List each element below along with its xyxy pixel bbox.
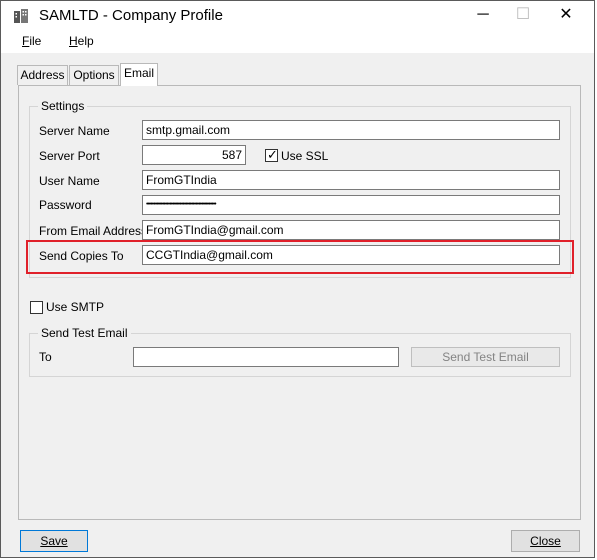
use-smtp-checkbox[interactable] (30, 301, 43, 314)
test-to-input[interactable] (133, 347, 399, 367)
from-email-input[interactable]: FromGTIndia@gmail.com (142, 220, 560, 240)
title-bar[interactable]: SAMLTD - Company Profile ─ ☐ ✕ (1, 1, 594, 31)
user-name-input[interactable]: FromGTIndia (142, 170, 560, 190)
minimize-button[interactable]: ─ (461, 1, 505, 31)
settings-group-title: Settings (38, 99, 88, 113)
email-tab-panel: Settings Server Name smtp.gmail.com Serv… (18, 85, 581, 520)
company-profile-window: SAMLTD - Company Profile ─ ☐ ✕ File Help… (0, 0, 595, 558)
building-icon (14, 9, 28, 23)
use-smtp-label: Use SMTP (46, 300, 105, 314)
window-title: SAMLTD - Company Profile (39, 7, 223, 24)
close-window-button[interactable]: ✕ (544, 1, 588, 31)
checkmark-icon: ✓ (267, 147, 278, 162)
maximize-button: ☐ (501, 1, 545, 31)
highlight-box (26, 240, 574, 274)
tab-email[interactable]: Email (120, 63, 158, 86)
password-input[interactable]: ••••••••••••••••••••••••••••••••••••••••… (142, 195, 560, 215)
tab-options[interactable]: Options (69, 65, 119, 85)
menu-file[interactable]: File (22, 34, 41, 48)
tab-address[interactable]: Address (17, 65, 68, 85)
minimize-icon: ─ (477, 6, 489, 23)
use-ssl-checkbox[interactable]: ✓ (265, 147, 278, 162)
close-icon: ✕ (559, 6, 573, 23)
maximize-icon: ☐ (515, 6, 531, 23)
send-test-email-button: Send Test Email (411, 347, 560, 367)
menu-bar: File Help (1, 31, 594, 53)
password-label: Password (39, 198, 92, 212)
server-port-label: Server Port (39, 149, 100, 163)
save-button[interactable]: Save (20, 530, 88, 552)
server-name-input[interactable]: smtp.gmail.com (142, 120, 560, 140)
menu-help[interactable]: Help (69, 34, 94, 48)
server-name-label: Server Name (39, 124, 110, 138)
server-port-input[interactable]: 587 (142, 145, 246, 165)
close-button[interactable]: Close (511, 530, 580, 552)
use-ssl-label: Use SSL (281, 149, 329, 163)
send-test-email-group-title: Send Test Email (38, 326, 131, 340)
user-name-label: User Name (39, 174, 100, 188)
to-label: To (39, 350, 52, 364)
send-test-email-group: Send Test Email To Send Test Email (29, 326, 571, 377)
from-email-label: From Email Address (39, 224, 148, 238)
